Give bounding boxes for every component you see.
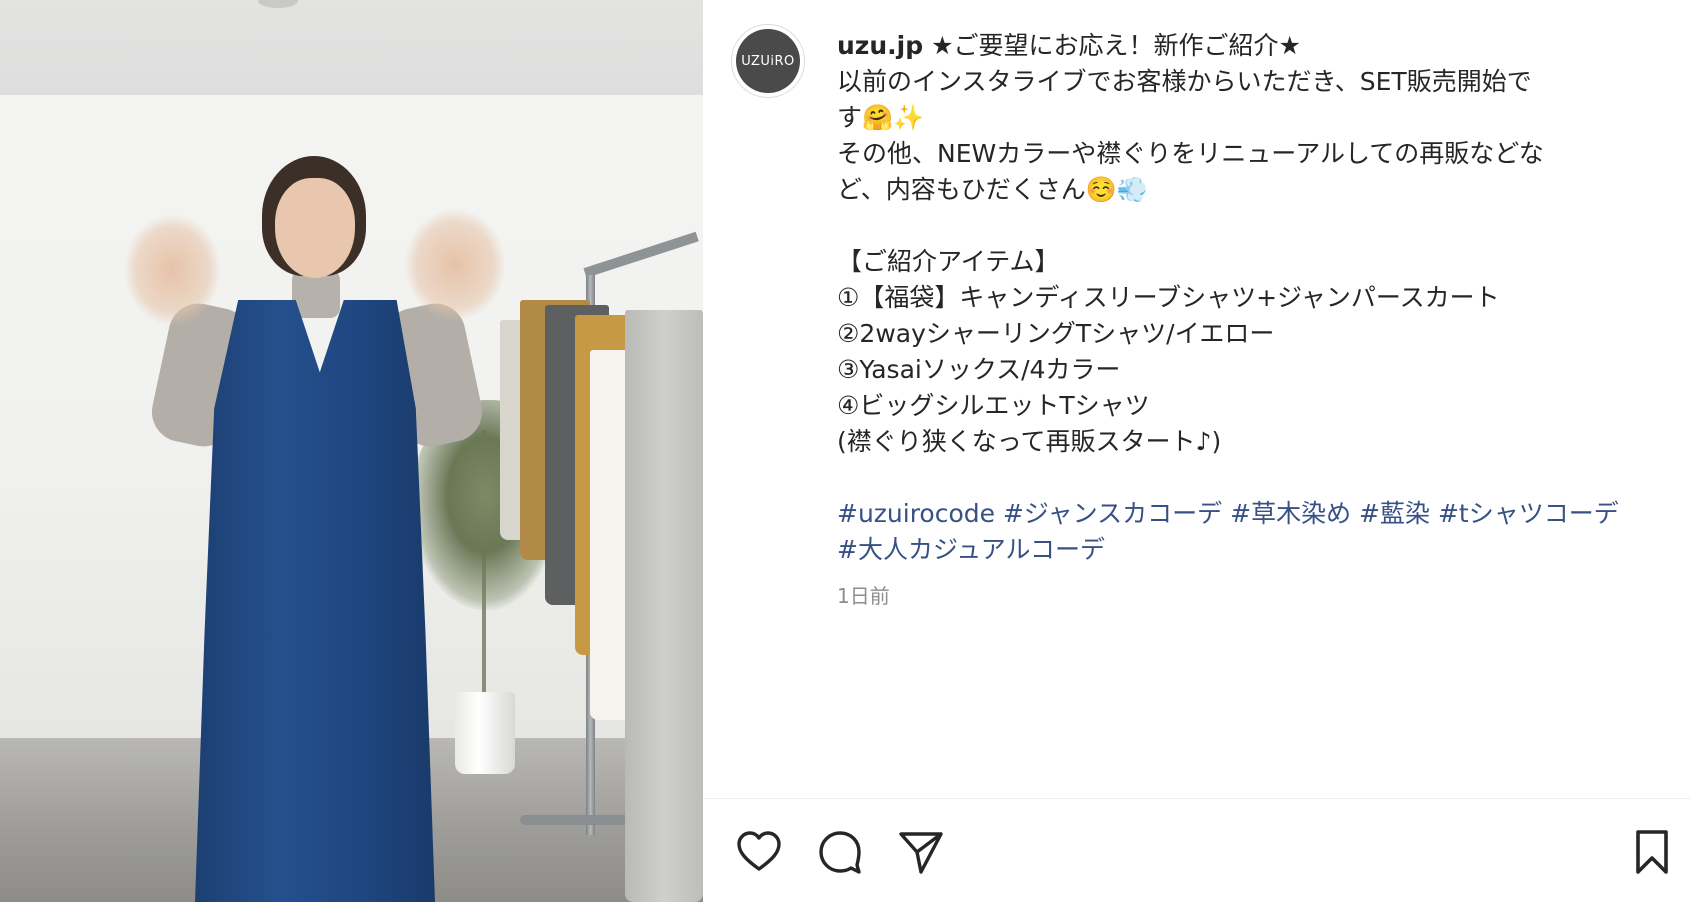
hashtag-link[interactable]: #ジャンスカコーデ — [1003, 499, 1222, 528]
person-face — [275, 178, 355, 278]
hashtag-list: #uzuirocode #ジャンスカコーデ #草木染め #藍染 #tシャツコーデ… — [837, 499, 1619, 564]
bookmark-icon — [1636, 830, 1668, 874]
like-button[interactable] — [733, 826, 785, 878]
hashtag-link[interactable]: #uzuirocode — [837, 499, 995, 528]
hashtag-link[interactable]: #藍染 — [1359, 499, 1430, 528]
caption-text-line: ①【福袋】キャンディスリーブシャツ+ジャンパースカート — [837, 283, 1500, 312]
comment-button[interactable] — [814, 826, 866, 878]
post-caption: uzu.jp ★ご要望にお応え！新作ご紹介★ 以前のインスタライブでお客様からいた… — [837, 28, 1637, 568]
save-button[interactable] — [1626, 826, 1678, 878]
profile-avatar[interactable]: UZUiRO — [731, 24, 805, 98]
person-hand-right — [405, 210, 505, 320]
caption-text-line: ④ビッグシルエットTシャツ — [837, 391, 1150, 420]
caption-text-line: 【ご紹介アイテム】 — [837, 247, 1060, 276]
send-icon — [899, 832, 943, 874]
background-ceiling — [0, 0, 703, 95]
caption-text-line: ③Yasaiソックス/4カラー — [837, 355, 1121, 384]
clothes-rack-foot — [520, 815, 630, 825]
caption-text-line: す🤗✨ — [837, 103, 925, 132]
hashtag-link[interactable]: #大人カジュアルコーデ — [837, 535, 1105, 564]
caption-text-line: ★ご要望にお応え！新作ご紹介★ — [931, 31, 1301, 60]
plant-pot — [455, 692, 515, 774]
post-timestamp[interactable]: 1日前 — [837, 580, 890, 609]
heart-icon — [737, 831, 781, 871]
avatar-logo: UZUiRO — [736, 29, 800, 93]
person-hand-left — [125, 215, 220, 325]
username-link[interactable]: uzu.jp — [837, 31, 923, 60]
caption-first-line: uzu.jp ★ご要望にお応え！新作ご紹介★ — [837, 28, 1637, 64]
action-bar-divider — [703, 798, 1690, 799]
caption-text-line: ど、内容もひだくさん☺️💨 — [837, 175, 1149, 204]
hashtag-link[interactable]: #草木染め — [1230, 499, 1351, 528]
caption-text-line: 以前のインスタライブでお客様からいただき、SET販売開始で — [837, 67, 1532, 96]
share-button[interactable] — [895, 826, 947, 878]
person-indigo-jumper-dress — [195, 300, 435, 902]
comment-icon — [819, 831, 861, 874]
caption-text-line: その他、NEWカラーや襟ぐりをリニューアルしての再販などな — [837, 139, 1544, 168]
hashtag-link[interactable]: #tシャツコーデ — [1438, 499, 1619, 528]
caption-text-line: (襟ぐり狭くなって再販スタート♪) — [837, 427, 1222, 456]
instagram-post: UZUiRO uzu.jp ★ご要望にお応え！新作ご紹介★ 以前のインスタライブで… — [0, 0, 1690, 902]
hanging-garment — [625, 310, 703, 902]
caption-text-line: ②2wayシャーリングTシャツ/イエロー — [837, 319, 1275, 348]
post-media-photo[interactable] — [0, 0, 703, 902]
